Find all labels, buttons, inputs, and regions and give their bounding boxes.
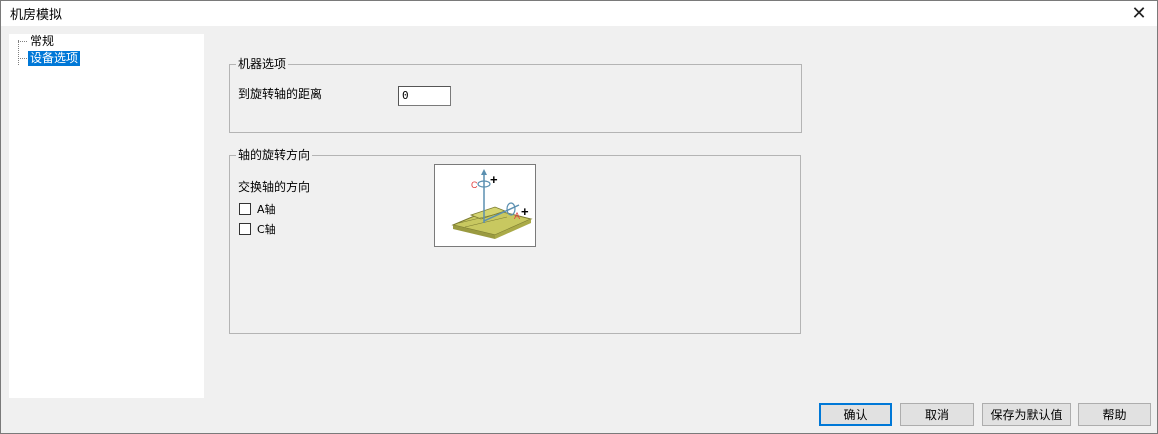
- a-axis-diagram-label: A: [514, 211, 520, 221]
- c-axis-checkbox[interactable]: [239, 223, 251, 235]
- rotation-direction-legend: 轴的旋转方向: [236, 147, 313, 163]
- save-default-button[interactable]: 保存为默认值: [982, 403, 1071, 426]
- options-tree: 常规 设备选项: [9, 34, 204, 398]
- a-axis-checkbox-row[interactable]: A轴: [239, 201, 276, 217]
- swap-direction-label: 交换轴的方向: [238, 180, 311, 194]
- distance-label: 到旋转轴的距离: [238, 87, 323, 101]
- axis-diagram-graphic: C + A +: [451, 169, 533, 239]
- machine-options-legend: 机器选项: [236, 56, 289, 72]
- cancel-button[interactable]: 取消: [900, 403, 974, 426]
- window-title: 机房模拟: [10, 8, 63, 23]
- c-axis-label: C轴: [257, 223, 276, 236]
- distance-input[interactable]: 0: [398, 86, 451, 106]
- tree-item-device-options[interactable]: 设备选项: [18, 51, 81, 66]
- machine-options-group: 机器选项 到旋转轴的距离 0: [229, 56, 802, 133]
- title-bar[interactable]: 机房模拟 ✕: [1, 1, 1157, 26]
- c-axis-diagram-label: C: [471, 180, 478, 190]
- tree-branch-line: [18, 41, 27, 42]
- help-button[interactable]: 帮助: [1078, 403, 1151, 426]
- plus-icon: +: [521, 204, 529, 219]
- ok-button[interactable]: 确认: [819, 403, 892, 426]
- tree-item-general-label: 常规: [30, 34, 55, 48]
- close-icon[interactable]: ✕: [1121, 1, 1157, 26]
- a-axis-checkbox[interactable]: [239, 203, 251, 215]
- plus-icon: +: [490, 172, 498, 187]
- tree-branch-line: [18, 58, 27, 59]
- axis-diagram: C + A +: [434, 164, 536, 247]
- dialog-window: 机房模拟 ✕ 常规 设备选项 机器选项 到旋转轴的距离 0 轴的旋转方向 交换轴…: [0, 0, 1158, 434]
- tree-item-general[interactable]: 常规: [18, 34, 56, 49]
- a-axis-label: A轴: [257, 203, 276, 216]
- tree-item-device-options-label: 设备选项: [28, 51, 81, 66]
- c-axis-checkbox-row[interactable]: C轴: [239, 221, 276, 237]
